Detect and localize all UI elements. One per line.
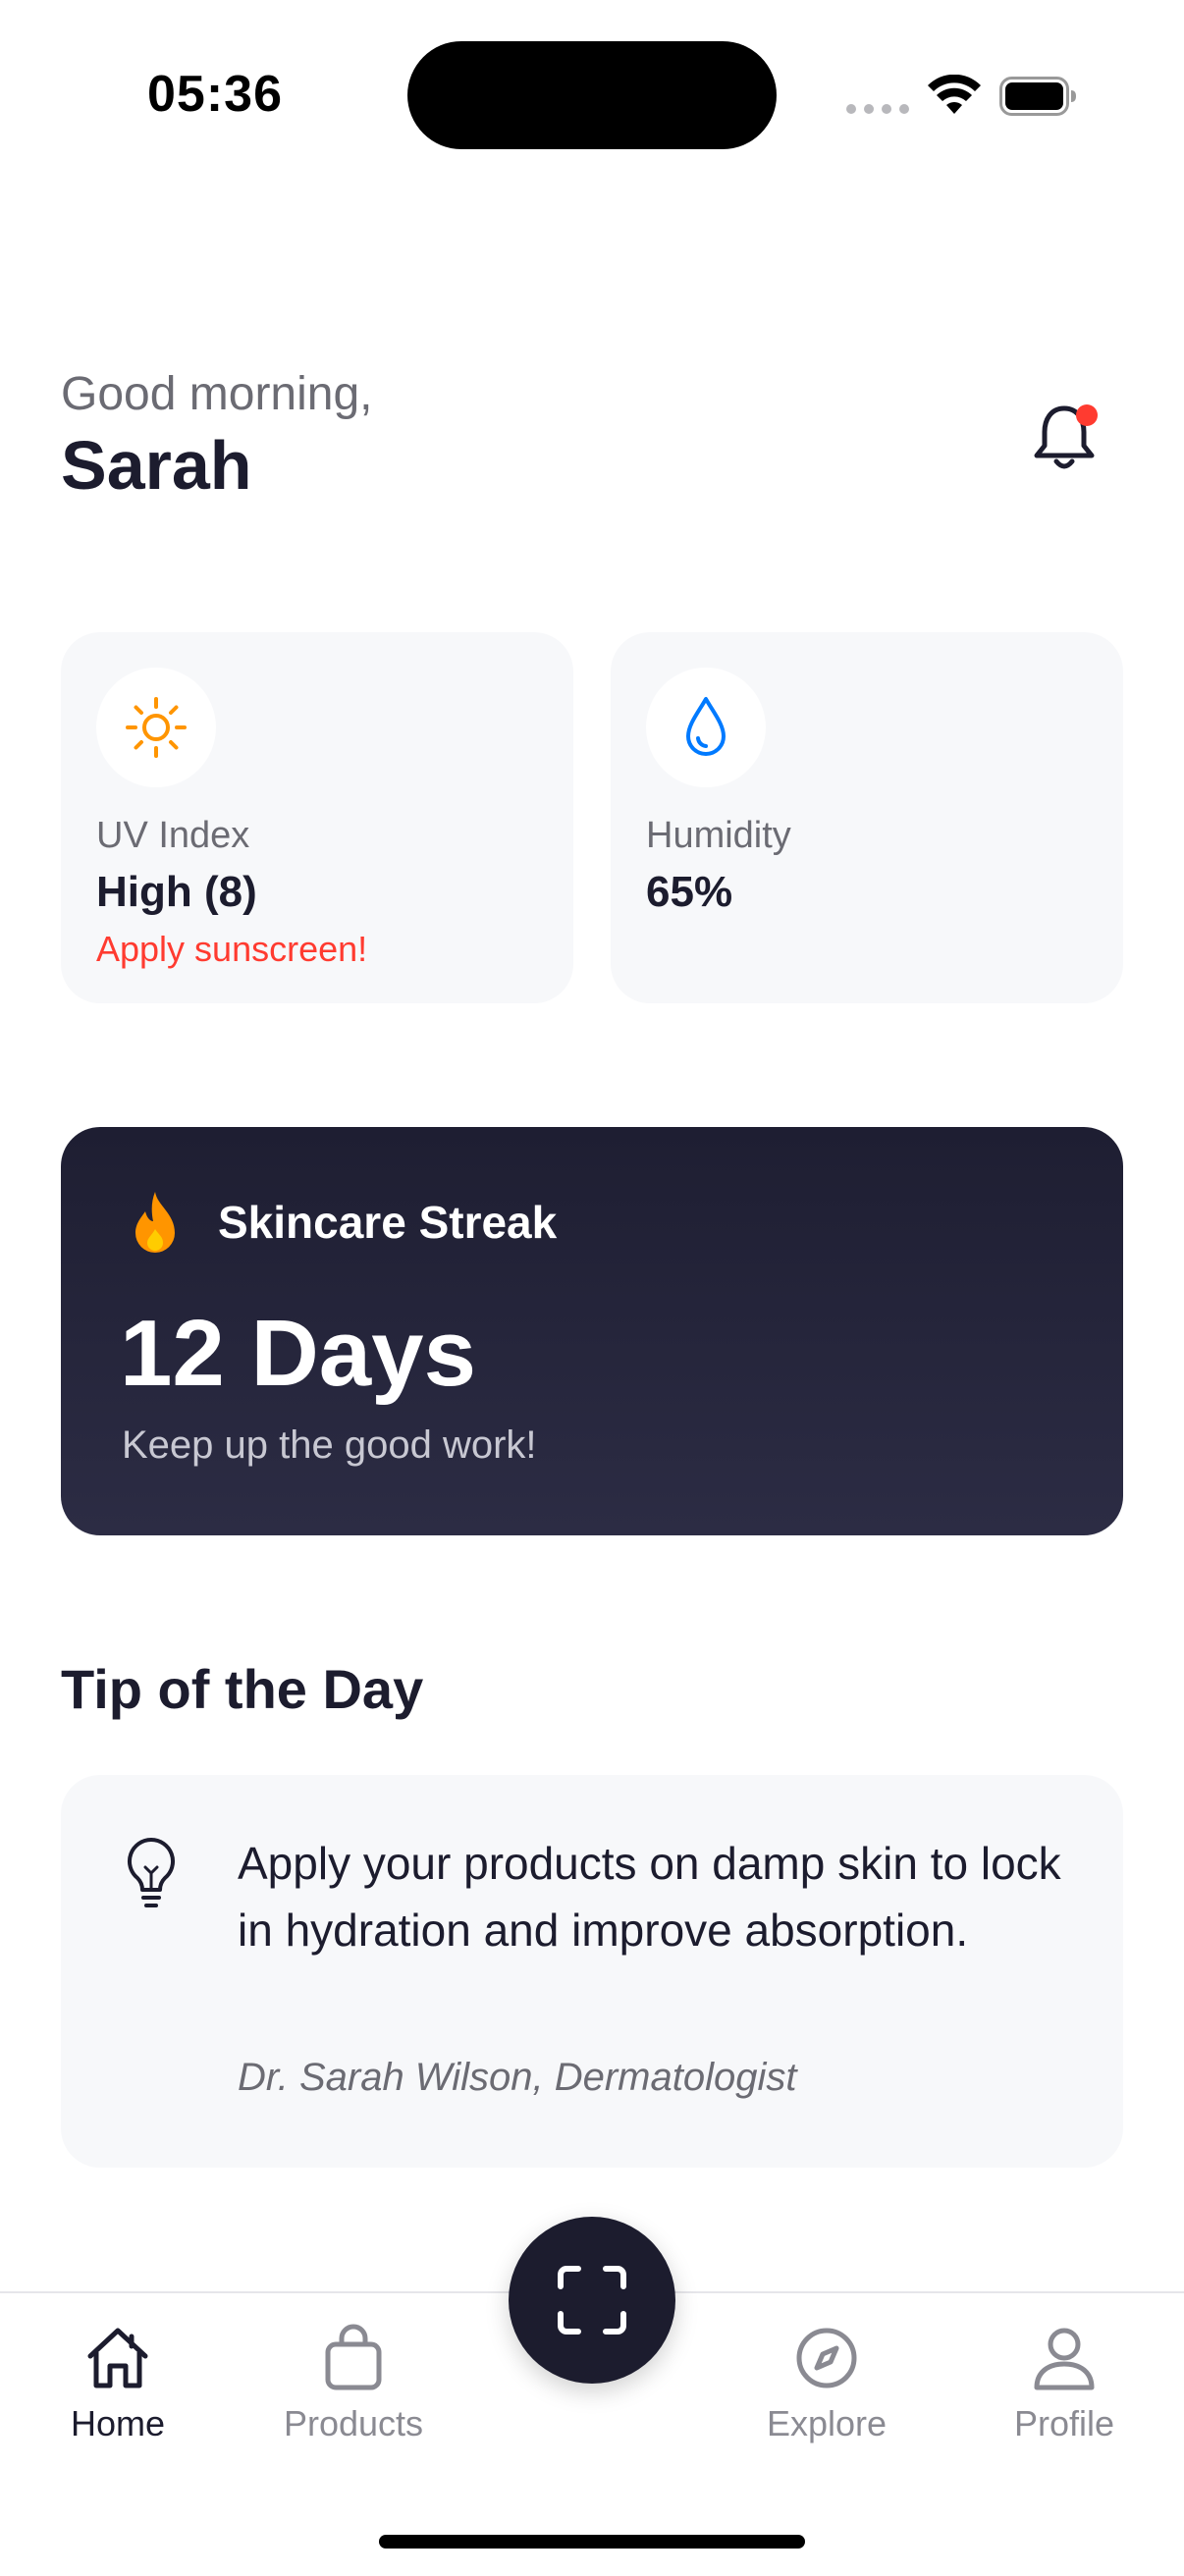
humidity-value: 65% — [646, 868, 733, 916]
sun-icon — [126, 697, 187, 758]
uv-value: High (8) — [96, 868, 257, 916]
flame-icon — [128, 1190, 183, 1263]
greeting-text: Good morning, — [61, 368, 373, 420]
wifi-icon — [927, 74, 982, 121]
tab-home-label: Home — [70, 2403, 166, 2443]
streak-title: Skincare Streak — [218, 1197, 558, 1248]
tab-products-label: Products — [283, 2403, 424, 2443]
water-drop-icon — [686, 697, 726, 756]
scan-button[interactable] — [509, 2217, 675, 2384]
compass-icon — [796, 2328, 857, 2388]
humidity-card[interactable]: Humidity 65% — [611, 632, 1123, 1003]
notification-badge — [1076, 404, 1098, 426]
dynamic-island — [407, 41, 777, 149]
lightbulb-icon — [124, 1836, 179, 1915]
uv-warning: Apply sunscreen! — [96, 929, 368, 969]
tab-explore[interactable]: Explore — [728, 2323, 925, 2444]
tip-card: Apply your products on damp skin to lock… — [61, 1775, 1123, 2168]
uv-icon-container — [96, 668, 216, 787]
cellular-signal-icon — [846, 104, 909, 114]
tab-home[interactable]: Home — [20, 2323, 216, 2444]
status-time: 05:36 — [147, 66, 283, 123]
tip-text: Apply your products on damp skin to lock… — [238, 1838, 1061, 1956]
tab-profile-label: Profile — [1013, 2403, 1115, 2443]
tip-heading: Tip of the Day — [61, 1658, 424, 1720]
tip-author: Dr. Sarah Wilson, Dermatologist — [238, 2056, 797, 2099]
notifications-button[interactable] — [1029, 399, 1100, 477]
shopping-bag-icon — [325, 2324, 382, 2390]
user-name: Sarah — [61, 427, 252, 504]
tab-explore-label: Explore — [766, 2403, 888, 2443]
humidity-label: Humidity — [646, 815, 791, 856]
streak-subtitle: Keep up the good work! — [122, 1423, 537, 1467]
home-indicator[interactable] — [379, 2535, 805, 2549]
person-icon — [1034, 2328, 1095, 2390]
home-icon — [87, 2328, 148, 2388]
tab-profile[interactable]: Profile — [966, 2323, 1162, 2444]
uv-index-card[interactable]: UV Index High (8) Apply sunscreen! — [61, 632, 573, 1003]
skincare-streak-card[interactable]: Skincare Streak 12 Days Keep up the good… — [61, 1127, 1123, 1535]
scan-icon — [558, 2266, 626, 2334]
humidity-icon-container — [646, 668, 766, 787]
tab-products[interactable]: Products — [255, 2323, 452, 2444]
uv-label: UV Index — [96, 815, 250, 856]
streak-count: 12 Days — [120, 1301, 476, 1406]
battery-icon — [999, 77, 1078, 121]
